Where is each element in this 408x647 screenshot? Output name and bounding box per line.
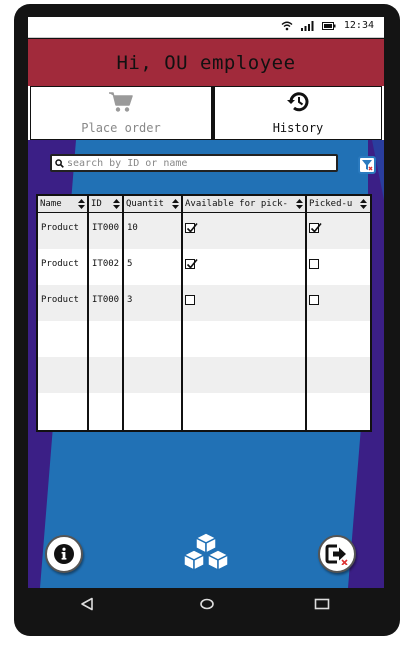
picked-checkbox[interactable] [309,222,322,233]
picked-checkbox[interactable] [309,295,319,305]
column-header-available[interactable]: Available for pick- [183,196,306,212]
sort-icon [172,199,179,209]
column-divider [122,196,124,430]
check-icon [186,222,198,233]
history-icon [286,91,310,117]
column-header-name[interactable]: Name [38,196,88,212]
available-checkbox[interactable] [185,222,198,233]
check-icon [310,222,322,233]
greeting-title: Hi, OU employee [116,51,296,74]
cart-icon [108,91,134,117]
column-header-picked[interactable]: Picked-u [307,196,370,212]
search-box[interactable]: search by ID or name [50,154,338,172]
wifi-icon [281,21,293,31]
picked-checkbox[interactable] [309,259,319,269]
tab-history-label: History [272,121,324,135]
cell-quantity: 10 [127,223,138,233]
android-nav-bar [28,588,384,622]
app-screen: 12:34 Hi, OU employee Place order Histor… [28,17,384,588]
signal-icon [300,20,314,31]
cell-quantity: 3 [127,295,133,305]
search-input[interactable]: search by ID or name [67,158,187,169]
cell-name: Product [41,295,79,305]
status-bar: 12:34 [28,17,384,38]
cell-id: IT000 [92,223,120,233]
tab-place-order-label: Place order [81,121,161,135]
cell-name: Product [41,223,79,233]
cell-name: Product [41,259,79,269]
battery-icon [321,21,336,30]
sort-icon [360,199,367,209]
available-checkbox[interactable] [185,295,195,305]
recents-icon[interactable] [314,596,330,615]
tab-bar: Place order History [28,86,384,140]
status-time: 12:34 [343,20,374,31]
logout-button[interactable] [318,535,356,573]
sort-icon [78,199,85,209]
cell-id: IT000 [92,295,120,305]
info-icon [53,543,75,565]
content-area: search by ID or name Name ID Quantit Ava… [28,140,384,588]
greeting-header: Hi, OU employee [28,38,384,87]
info-button[interactable] [45,535,83,573]
sort-icon [113,199,120,209]
search-icon [55,158,64,168]
sort-icon [296,199,303,209]
cell-id: IT002 [92,259,120,269]
column-divider [87,196,89,430]
column-header-quantity[interactable]: Quantit [124,196,182,212]
back-icon[interactable] [80,596,94,615]
boxes-icon [180,532,232,578]
column-divider [305,196,307,430]
filter-button[interactable] [358,156,376,174]
tab-history[interactable]: History [214,86,382,140]
logout-icon [325,543,349,565]
column-divider [181,196,183,430]
tab-place-order[interactable]: Place order [30,86,214,140]
available-checkbox[interactable] [185,258,198,269]
history-table: Name ID Quantit Available for pick- Pick… [36,194,372,432]
check-icon [186,258,198,269]
home-icon[interactable] [199,596,215,615]
filter-icon [361,159,373,171]
column-header-id[interactable]: ID [89,196,123,212]
cell-quantity: 5 [127,259,133,269]
